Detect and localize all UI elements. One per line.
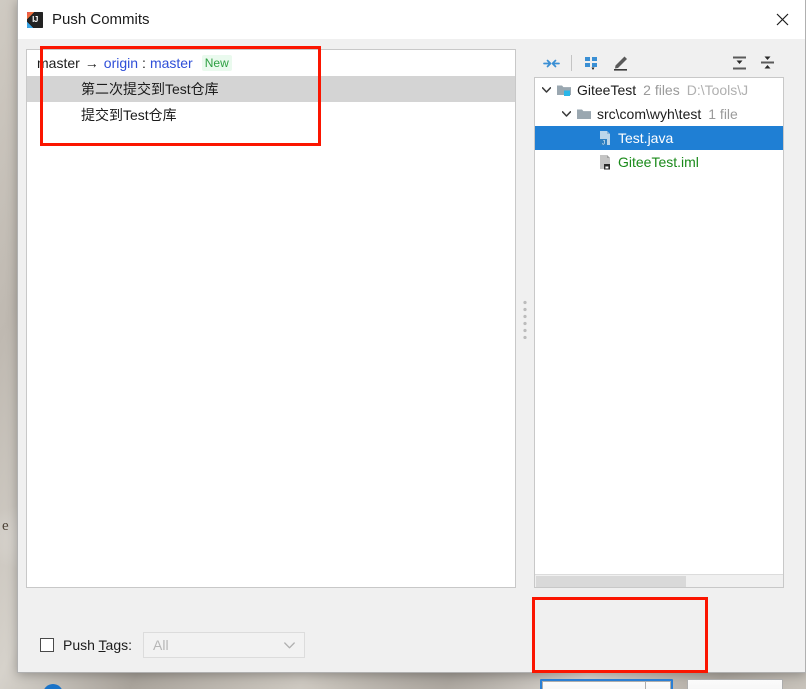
branch-header-row[interactable]: master → origin : master New: [27, 50, 515, 76]
commit-message: 提交到Test仓库: [81, 107, 177, 123]
tree-horizontal-scrollbar[interactable]: [535, 574, 783, 587]
desktop-glyph: e: [2, 518, 9, 534]
iml-file-icon: [597, 154, 613, 170]
dialog-action-buttons: Push Cancel: [540, 679, 783, 689]
panel-splitter[interactable]: [518, 49, 532, 588]
files-toolbar: [534, 49, 784, 77]
commit-message: 第二次提交到Test仓库: [81, 81, 219, 97]
push-tags-mnemonic: T: [98, 637, 106, 653]
push-tags-row: Push Tags: All: [40, 632, 306, 658]
node-label: Test.java: [618, 130, 674, 146]
folder-icon: [576, 106, 592, 122]
dialog-titlebar: Push Commits: [18, 0, 805, 39]
local-branch-label: master: [37, 55, 80, 71]
push-tags-label-post: ags:: [105, 637, 133, 653]
chevron-down-icon[interactable]: [539, 83, 553, 97]
tree-row-module[interactable]: GiteeTest 2 files D:\Tools\J: [535, 78, 783, 102]
push-tags-checkbox[interactable]: [40, 638, 54, 652]
close-icon[interactable]: [759, 0, 805, 39]
remote-name-label: origin: [103, 55, 139, 71]
node-label: src\com\wyh\test: [597, 106, 702, 122]
group-by-icon[interactable]: [579, 51, 605, 75]
edit-source-icon[interactable]: [607, 51, 633, 75]
commit-row[interactable]: 提交到Test仓库: [27, 102, 515, 128]
files-tree[interactable]: GiteeTest 2 files D:\Tools\J src\com\wyh…: [534, 77, 784, 588]
collapse-all-icon[interactable]: [754, 51, 780, 75]
tags-select-value: All: [153, 637, 169, 653]
arrow-icon: →: [84, 55, 99, 71]
svg-text:J: J: [602, 140, 605, 146]
intellij-idea-icon: [27, 11, 43, 28]
tree-row-file-selected[interactable]: J Test.java: [535, 126, 783, 150]
show-diff-icon[interactable]: [538, 51, 564, 75]
push-dropdown-button[interactable]: [646, 681, 671, 689]
commits-list[interactable]: master → origin : master New 第二次提交到Test仓…: [26, 49, 516, 588]
node-path: D:\Tools\J: [686, 82, 749, 98]
push-tags-label: Push Tags:: [63, 637, 132, 653]
cancel-button[interactable]: Cancel: [687, 679, 783, 689]
node-label: GiteeTest.iml: [618, 154, 699, 170]
splitter-grip-icon: [523, 298, 527, 339]
push-button[interactable]: Push: [542, 681, 646, 689]
chevron-down-icon: [284, 633, 295, 657]
chevron-down-icon[interactable]: [559, 107, 573, 121]
changed-files-panel: GiteeTest 2 files D:\Tools\J src\com\wyh…: [534, 49, 784, 588]
commit-row[interactable]: 第二次提交到Test仓库: [27, 76, 515, 102]
expand-all-icon[interactable]: [726, 51, 752, 75]
dialog-title: Push Commits: [52, 11, 150, 28]
dialog-content: master → origin : master New 第二次提交到Test仓…: [18, 39, 805, 689]
node-label: GiteeTest: [577, 82, 637, 98]
tags-select[interactable]: All: [143, 632, 306, 658]
node-file-count: 1 file: [708, 106, 738, 122]
java-file-icon: J: [597, 130, 613, 146]
module-folder-icon: [556, 82, 572, 98]
node-file-count: 2 files: [643, 82, 680, 98]
tree-row-file[interactable]: GiteeTest.iml: [535, 150, 783, 174]
new-branch-badge: New: [201, 55, 232, 71]
remote-branch-label: master: [149, 55, 193, 71]
push-commits-dialog: Push Commits master → origin : master Ne…: [17, 0, 806, 689]
push-tags-label-pre: Push: [63, 637, 99, 653]
push-split-button: Push: [540, 679, 673, 689]
scrollbar-thumb[interactable]: [536, 576, 686, 587]
toolbar-separator: [571, 55, 572, 71]
separator-colon: :: [142, 55, 146, 71]
tree-row-directory[interactable]: src\com\wyh\test 1 file: [535, 102, 783, 126]
